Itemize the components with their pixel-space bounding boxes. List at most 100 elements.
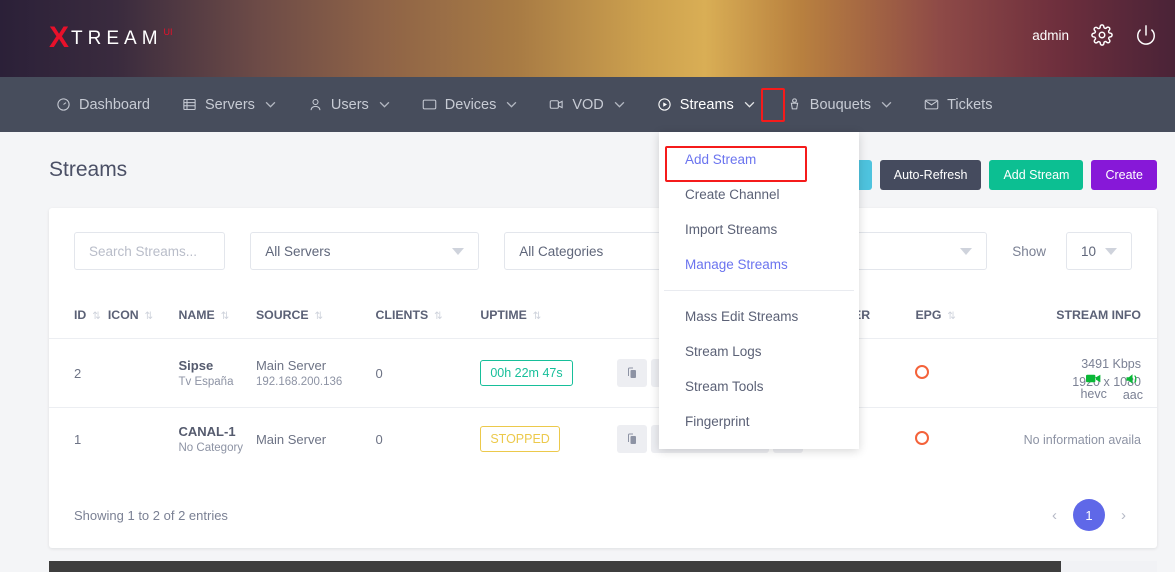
sort-icon[interactable]: ⇅ [215,311,229,322]
cell-name: Sipse Tv España [178,338,256,408]
chevron-down-icon [452,247,465,255]
menu-separator [664,290,854,291]
menu-item-stream-logs[interactable]: Stream Logs [659,334,859,369]
app-root: X TREAM UI admin Dashboard Servers Users… [0,0,1175,572]
nav-item-devices[interactable]: Devices [406,77,534,132]
chevron-down-icon[interactable] [506,99,517,111]
column-header-clients[interactable]: CLIENTS ⇅ [375,294,481,339]
menu-item-stream-tools[interactable]: Stream Tools [659,369,859,404]
pagination-next[interactable]: › [1115,507,1132,524]
scrollbar-thumb[interactable] [49,561,1061,572]
sort-icon[interactable]: ⇅ [941,311,955,322]
menu-item-create-channel[interactable]: Create Channel [659,177,859,212]
server-icon [182,97,197,112]
menu-item-fingerprint[interactable]: Fingerprint [659,404,859,439]
chevron-down-icon[interactable] [265,99,276,111]
power-icon[interactable] [1135,24,1157,46]
play-circle-icon [657,97,672,112]
column-header-name[interactable]: NAME ⇅ [178,294,256,339]
column-label: NAME [178,308,215,322]
nav-item-servers[interactable]: Servers [166,77,292,132]
cell-id: 1 [74,431,82,447]
chevron-down-icon [960,247,973,255]
table-row[interactable]: 1 CANAL-1 No Category Main Server 0 STOP… [49,408,1157,471]
brand-wordmark: TREAM [71,28,163,49]
user-icon [308,97,323,112]
create-button[interactable]: Create [1091,160,1157,190]
sort-icon[interactable]: ⇅ [527,311,541,322]
gear-icon[interactable] [1091,24,1113,46]
stream-name: CANAL-1 [178,424,236,439]
horizontal-scrollbar[interactable] [49,561,1157,572]
column-header-epg[interactable]: EPG ⇅ [915,294,987,339]
server-filter-select[interactable]: All Servers [250,232,480,270]
auto-refresh-button[interactable]: Auto-Refresh [879,160,982,190]
nav-label: Bouquets [809,96,872,113]
nav-item-streams[interactable]: Streams [641,77,771,132]
menu-item-add-stream[interactable]: Add Stream [659,142,859,177]
pagination-page-1[interactable]: 1 [1073,499,1105,531]
column-label: UPTIME [480,308,527,322]
column-header-uptime[interactable]: UPTIME ⇅ [480,294,618,339]
menu-item-manage-streams[interactable]: Manage Streams [659,247,859,282]
brand-superscript: UI [163,27,173,37]
bitrate: 3491 Kbps [1081,357,1141,371]
show-label: Show [1012,243,1047,259]
sort-icon[interactable]: ⇅ [86,311,100,322]
cell-id: 2 [49,338,108,408]
cell-clients: 0 [375,338,481,408]
circle-outline-icon[interactable] [915,364,930,379]
copy-button[interactable] [617,359,648,387]
column-header-icon[interactable]: ICON ⇅ [107,294,179,339]
page-title: Streams [49,158,128,181]
table-header-row: ID ⇅ ICON ⇅ NAME ⇅ SOURCE ⇅ CLIENTS ⇅ UP… [49,294,1157,339]
nav-label: Dashboard [79,96,150,113]
dashboard-icon [56,97,71,112]
column-header-source[interactable]: SOURCE ⇅ [255,294,376,339]
source-name: Main Server [255,431,327,447]
cell-icon [107,338,179,408]
chevron-down-icon[interactable] [379,99,390,111]
sort-icon[interactable]: ⇅ [139,311,153,322]
cell-source: Main Server 192.168.200.136 [255,338,376,408]
card-footer: Showing 1 to 2 of 2 entries ‹ 1 › [49,482,1157,548]
main-navigation: Dashboard Servers Users Devices VOD Stre… [0,77,1175,132]
nav-label: Servers [204,96,255,113]
pagination-prev[interactable]: ‹ [1046,507,1063,524]
search-input[interactable]: Search Streams... [74,232,226,270]
current-user-label: admin [1032,27,1069,43]
nav-item-bouquets[interactable]: Bouquets [771,77,908,132]
stream-category: No Category [178,442,244,454]
nav-item-dashboard[interactable]: Dashboard [40,77,166,132]
chevron-down-icon[interactable] [881,99,892,111]
sort-icon[interactable]: ⇅ [309,311,323,322]
page-size-value: 10 [1081,243,1097,259]
codec-badges: hevc aac [1080,373,1143,402]
nav-label: Devices [444,96,497,113]
column-label: CLIENTS [375,308,429,322]
table-row[interactable]: 2 Sipse Tv España Main Server 192.168.20… [49,338,1157,408]
column-header-id[interactable]: ID ⇅ [49,294,108,339]
uptime-badge: STOPPED [480,426,560,452]
brand-logo[interactable]: X TREAM UI [49,23,173,53]
copy-button[interactable] [617,425,648,453]
sort-icon[interactable]: ⇅ [428,311,442,322]
pagination: ‹ 1 › [1046,499,1132,531]
menu-item-import-streams[interactable]: Import Streams [659,212,859,247]
chevron-down-icon[interactable] [614,99,625,111]
page-size-control: Show 10 [1012,232,1133,270]
nav-item-vod[interactable]: VOD [533,77,640,132]
column-label: ID [74,308,87,322]
circle-outline-icon[interactable] [915,430,930,445]
audio-codec-badge: aac [1123,373,1143,402]
menu-item-mass-edit-streams[interactable]: Mass Edit Streams [659,299,859,334]
cell-epg [915,338,987,408]
page-size-select[interactable]: 10 [1066,232,1133,270]
nav-item-users[interactable]: Users [292,77,406,132]
search-placeholder: Search Streams... [89,243,198,259]
add-stream-button[interactable]: Add Stream [989,160,1084,190]
streams-chevron-down-icon[interactable] [744,99,755,111]
column-label: ICON [107,308,139,322]
nav-item-tickets[interactable]: Tickets [908,77,1008,132]
video-icon [549,97,564,112]
